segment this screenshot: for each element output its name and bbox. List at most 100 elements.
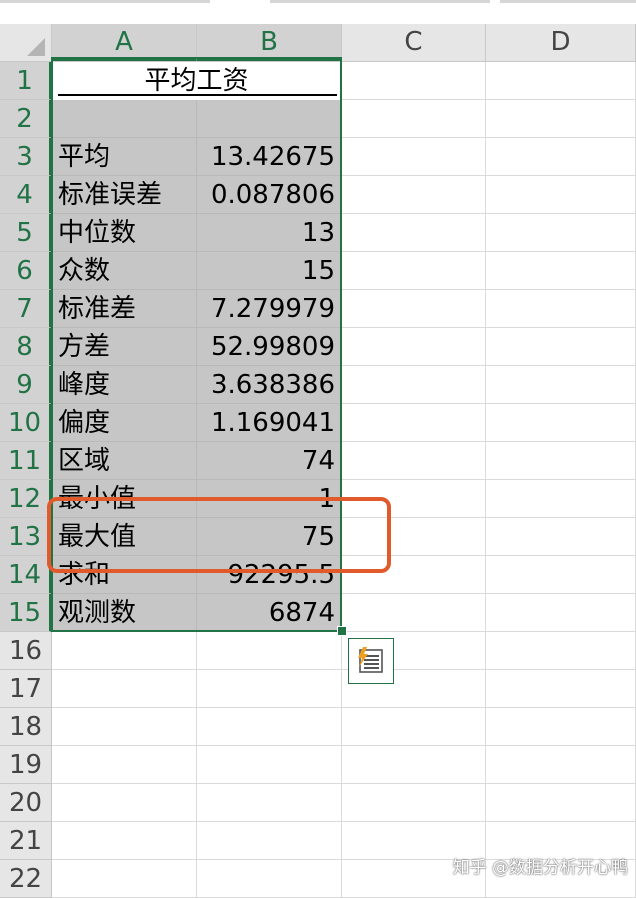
cell-b7[interactable]: 7.279979 — [197, 290, 342, 328]
fill-handle[interactable] — [337, 626, 347, 636]
cell-c5[interactable] — [342, 214, 486, 252]
cell-d8[interactable] — [486, 328, 636, 366]
row-header[interactable]: 7 — [0, 290, 52, 328]
cell-a6[interactable]: 众数 — [52, 252, 197, 290]
row-header[interactable]: 15 — [0, 594, 52, 632]
row-header[interactable]: 9 — [0, 366, 52, 404]
cell-b19[interactable] — [197, 746, 342, 784]
cell-a11[interactable]: 区域 — [52, 442, 197, 480]
cell-d15[interactable] — [486, 594, 636, 632]
cell-a18[interactable] — [52, 708, 197, 746]
row-header[interactable]: 21 — [0, 822, 52, 860]
cell-c2[interactable] — [342, 100, 486, 138]
select-all-button[interactable] — [0, 24, 52, 61]
row-header[interactable]: 8 — [0, 328, 52, 366]
row-header[interactable]: 13 — [0, 518, 52, 556]
quick-analysis-button[interactable] — [348, 638, 394, 684]
row-header[interactable]: 11 — [0, 442, 52, 480]
cell-b17[interactable] — [197, 670, 342, 708]
column-header-c[interactable]: C — [342, 24, 486, 61]
cell-c19[interactable] — [342, 746, 486, 784]
cell-b16[interactable] — [197, 632, 342, 670]
cell-d1[interactable] — [486, 62, 636, 100]
row-header[interactable]: 19 — [0, 746, 52, 784]
cell-a15[interactable]: 观测数 — [52, 594, 197, 632]
cell-b2[interactable] — [197, 100, 342, 138]
cell-c4[interactable] — [342, 176, 486, 214]
column-header-a[interactable]: A — [52, 24, 197, 61]
cell-b20[interactable] — [197, 784, 342, 822]
row-header[interactable]: 3 — [0, 138, 52, 176]
cell-a3[interactable]: 平均 — [52, 138, 197, 176]
cell-a10[interactable]: 偏度 — [52, 404, 197, 442]
cell-d16[interactable] — [486, 632, 636, 670]
cell-a21[interactable] — [52, 822, 197, 860]
cell-b8[interactable]: 52.99809 — [197, 328, 342, 366]
cell-c9[interactable] — [342, 366, 486, 404]
cell-d6[interactable] — [486, 252, 636, 290]
cell-a8[interactable]: 方差 — [52, 328, 197, 366]
cell-b4[interactable]: 0.087806 — [197, 176, 342, 214]
cell-d3[interactable] — [486, 138, 636, 176]
cell-c8[interactable] — [342, 328, 486, 366]
cell-c6[interactable] — [342, 252, 486, 290]
cell-b22[interactable] — [197, 860, 342, 898]
cell-a7[interactable]: 标准差 — [52, 290, 197, 328]
cell-d7[interactable] — [486, 290, 636, 328]
row-header[interactable]: 18 — [0, 708, 52, 746]
cell-d17[interactable] — [486, 670, 636, 708]
cell-d13[interactable] — [486, 518, 636, 556]
cell-b9[interactable]: 3.638386 — [197, 366, 342, 404]
row-header[interactable]: 10 — [0, 404, 52, 442]
cell-a9[interactable]: 峰度 — [52, 366, 197, 404]
row-header[interactable]: 16 — [0, 632, 52, 670]
cell-a19[interactable] — [52, 746, 197, 784]
cell-c3[interactable] — [342, 138, 486, 176]
cell-b3[interactable]: 13.42675 — [197, 138, 342, 176]
cell-d10[interactable] — [486, 404, 636, 442]
cell-b10[interactable]: 1.169041 — [197, 404, 342, 442]
cell-a2[interactable] — [52, 100, 197, 138]
cell-a5[interactable]: 中位数 — [52, 214, 197, 252]
cell-c10[interactable] — [342, 404, 486, 442]
row-header[interactable]: 4 — [0, 176, 52, 214]
cell-a20[interactable] — [52, 784, 197, 822]
cell-a22[interactable] — [52, 860, 197, 898]
row-header[interactable]: 14 — [0, 556, 52, 594]
cell-b21[interactable] — [197, 822, 342, 860]
cell-a17[interactable] — [52, 670, 197, 708]
row-header[interactable]: 5 — [0, 214, 52, 252]
row-header[interactable]: 2 — [0, 100, 52, 138]
cell-b11[interactable]: 74 — [197, 442, 342, 480]
cell-b5[interactable]: 13 — [197, 214, 342, 252]
cell-b18[interactable] — [197, 708, 342, 746]
cell-d9[interactable] — [486, 366, 636, 404]
cell-d19[interactable] — [486, 746, 636, 784]
cell-d12[interactable] — [486, 480, 636, 518]
row-header[interactable]: 6 — [0, 252, 52, 290]
cell-c15[interactable] — [342, 594, 486, 632]
cell-d4[interactable] — [486, 176, 636, 214]
row-header[interactable]: 1 — [0, 62, 52, 100]
cell-b15[interactable]: 6874 — [197, 594, 342, 632]
column-header-b[interactable]: B — [197, 24, 342, 61]
cell-c18[interactable] — [342, 708, 486, 746]
cell-c7[interactable] — [342, 290, 486, 328]
cell-d18[interactable] — [486, 708, 636, 746]
cell-c11[interactable] — [342, 442, 486, 480]
cell-d20[interactable] — [486, 784, 636, 822]
row-header[interactable]: 12 — [0, 480, 52, 518]
cell-d5[interactable] — [486, 214, 636, 252]
cell-a16[interactable] — [52, 632, 197, 670]
column-header-d[interactable]: D — [486, 24, 636, 61]
cell-b6[interactable]: 15 — [197, 252, 342, 290]
cell-d11[interactable] — [486, 442, 636, 480]
title-cell[interactable]: 平均工资 — [52, 62, 341, 100]
row-header[interactable]: 22 — [0, 860, 52, 898]
cell-c1[interactable] — [342, 62, 486, 100]
cell-c20[interactable] — [342, 784, 486, 822]
row-header[interactable]: 20 — [0, 784, 52, 822]
cell-a4[interactable]: 标准误差 — [52, 176, 197, 214]
cell-d2[interactable] — [486, 100, 636, 138]
cell-d14[interactable] — [486, 556, 636, 594]
